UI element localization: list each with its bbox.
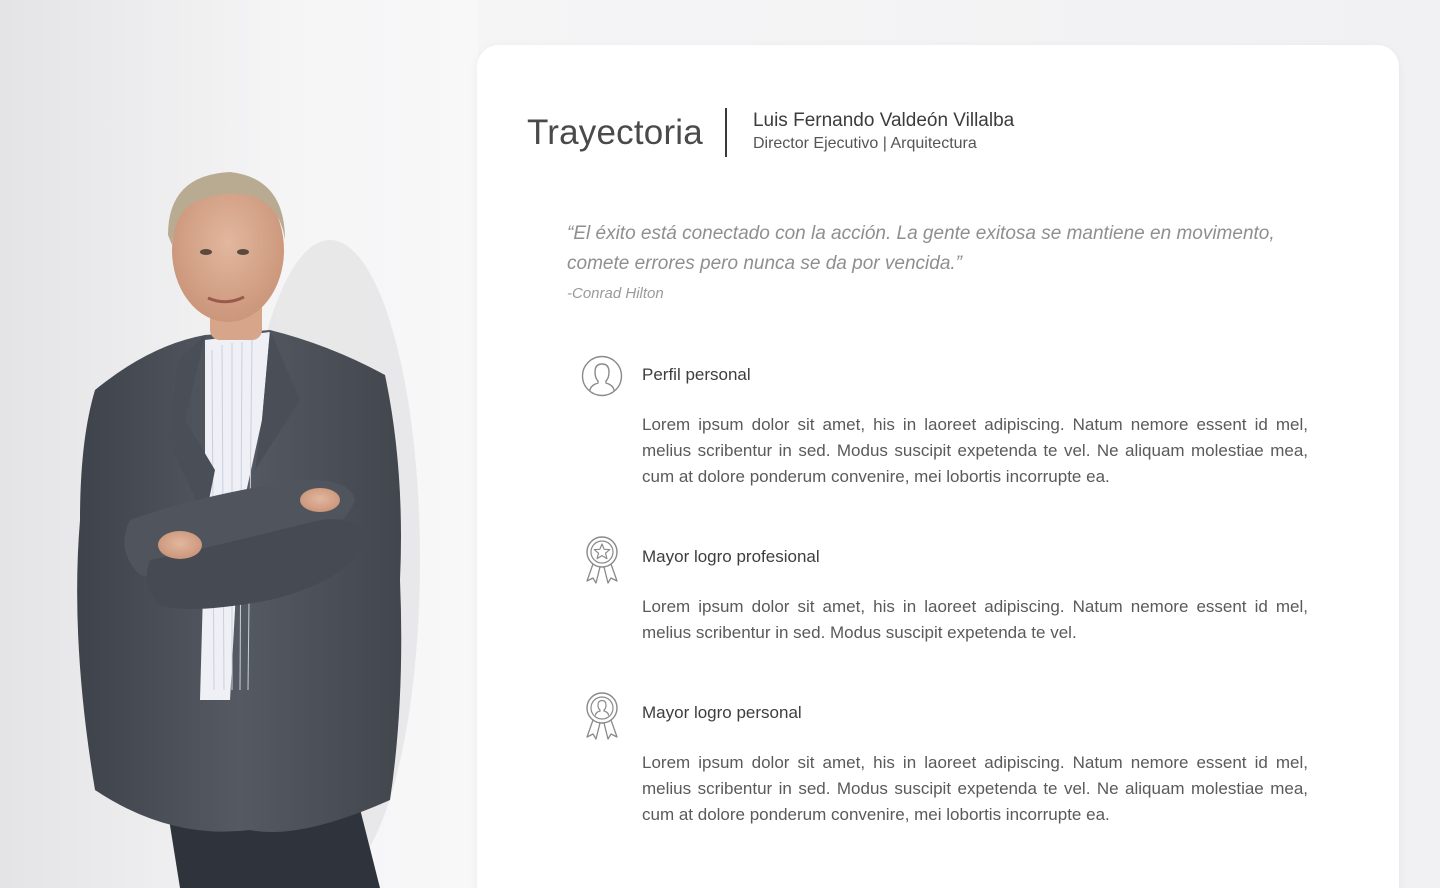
page: Trayectoria Luis Fernando Valdeón Villal… [0, 0, 1440, 888]
portrait-illustration [0, 0, 478, 888]
section-title: Mayor logro personal [642, 703, 802, 722]
quote-block: “El éxito está conectado con la acción. … [567, 219, 1312, 302]
card-header: Trayectoria Luis Fernando Valdeón Villal… [527, 107, 1014, 157]
section-title: Mayor logro profesional [642, 547, 820, 566]
user-profile-icon [581, 355, 623, 405]
quote-text: “El éxito está conectado con la acción. … [567, 223, 1275, 274]
award-star-icon [581, 535, 623, 585]
section-body: Lorem ipsum dolor sit amet, his in laore… [642, 415, 1308, 486]
person-info: Luis Fernando Valdeón Villalba Director … [753, 109, 1014, 155]
page-title: Trayectoria [527, 112, 703, 152]
section-body: Lorem ipsum dolor sit amet, his in laore… [642, 753, 1308, 824]
section-body: Lorem ipsum dolor sit amet, his in laore… [642, 597, 1308, 642]
section-title: Perfil personal [642, 365, 751, 384]
portrait-photo [0, 0, 478, 888]
award-person-icon [581, 691, 623, 741]
person-role: Director Ejecutivo | Arquitectura [752, 135, 977, 152]
header-divider [724, 107, 727, 157]
quote-author: -Conrad Hilton [567, 285, 664, 302]
person-name: Luis Fernando Valdeón Villalba [752, 110, 1015, 131]
profile-card: Trayectoria Luis Fernando Valdeón Villal… [477, 45, 1399, 888]
